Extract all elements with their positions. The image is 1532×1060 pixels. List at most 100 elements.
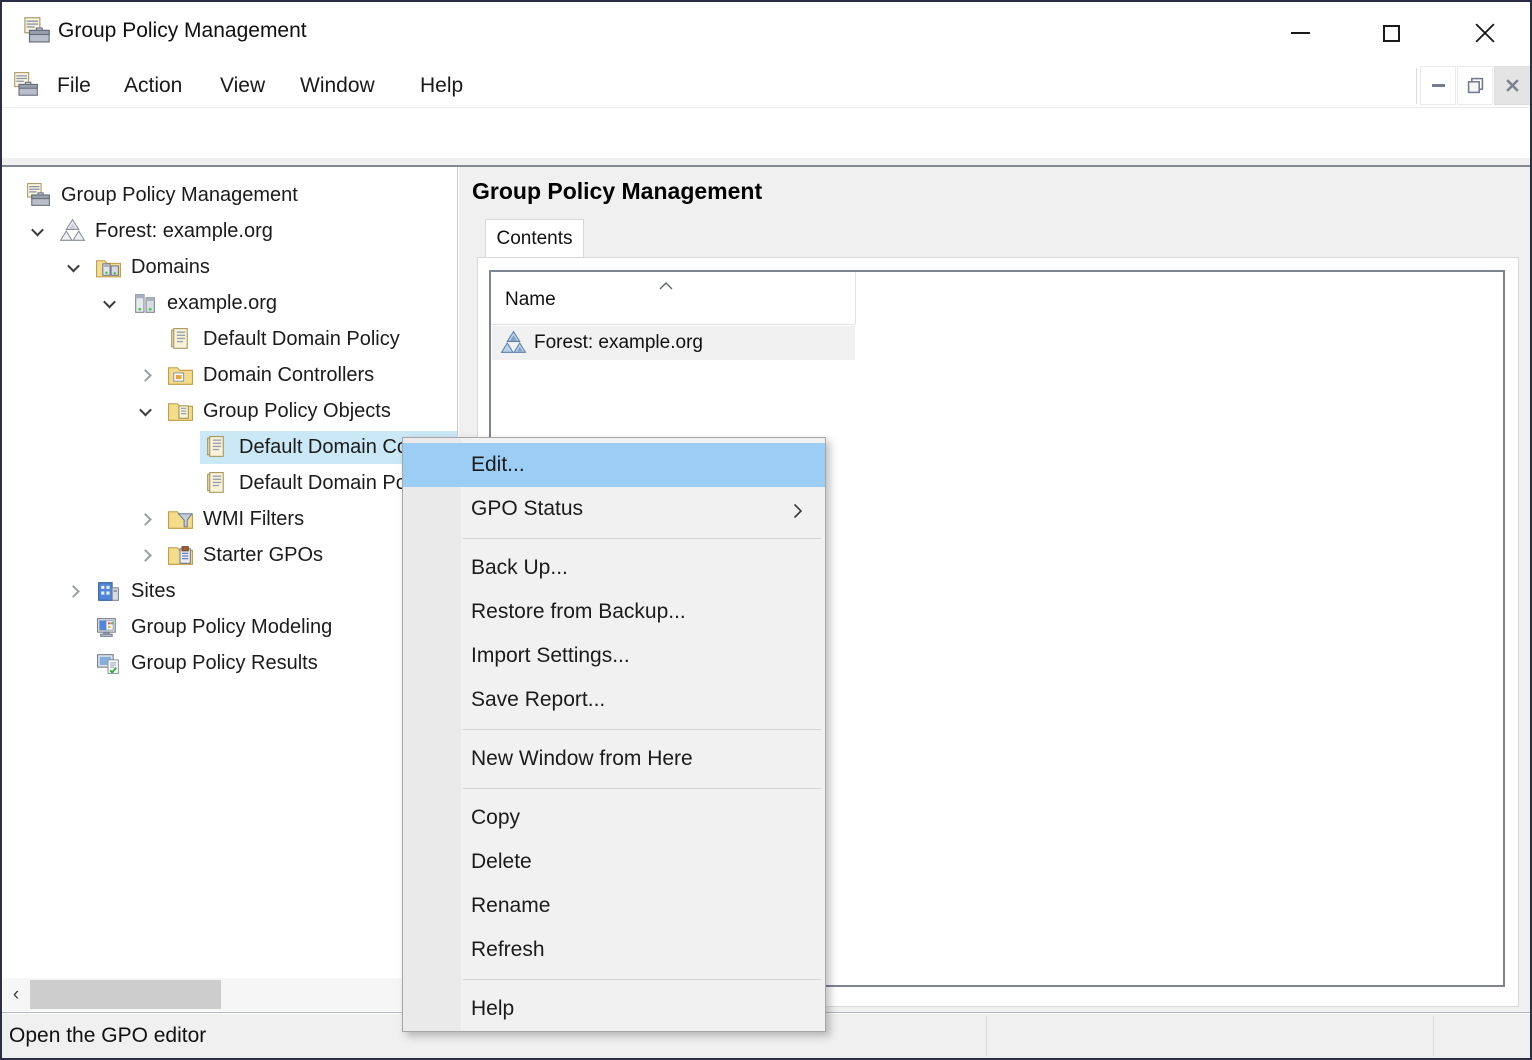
tree-item-label: Forest: example.org — [95, 220, 273, 243]
gpo-context-menu: Edit... GPO Status Back Up... Restore fr… — [402, 437, 826, 1032]
console-tree: Group Policy Management Forest: example.… — [2, 177, 458, 681]
mdi-restore-icon — [1467, 77, 1484, 94]
context-menu-separator — [403, 531, 825, 546]
domain-controllers-folder-icon — [167, 362, 194, 389]
domain-icon — [131, 290, 158, 317]
status-text: Open the GPO editor — [9, 1024, 206, 1048]
forest-icon — [59, 218, 86, 245]
status-bar-divider — [1433, 1016, 1434, 1056]
tree-item-default-domain-policy-link[interactable]: Default Domain Policy — [2, 321, 458, 357]
maximize-button[interactable] — [1370, 12, 1412, 54]
context-menu-help[interactable]: Help — [403, 987, 825, 1031]
context-menu-edit[interactable]: Edit... — [403, 443, 825, 487]
tree-item-sites[interactable]: Sites — [2, 573, 458, 609]
mdi-minimize-icon — [1432, 84, 1445, 87]
context-menu-refresh[interactable]: Refresh — [403, 928, 825, 972]
title-bar: Group Policy Management — [2, 2, 1530, 62]
context-menu-gpo-status[interactable]: GPO Status — [403, 487, 825, 531]
scroll-left-arrow-icon[interactable]: ‹ — [3, 978, 29, 1011]
menu-bar: File Action View Window Help — [2, 64, 1530, 108]
chevron-down-icon[interactable] — [94, 299, 124, 308]
mdi-close-icon — [1505, 78, 1520, 93]
menu-help[interactable]: Help — [414, 64, 469, 108]
gpmc-window: Group Policy Management File Action View… — [0, 0, 1532, 1060]
chevron-right-icon[interactable] — [130, 515, 160, 524]
context-menu-copy[interactable]: Copy — [403, 796, 825, 840]
chevron-right-icon[interactable] — [58, 587, 88, 596]
gpm-app-icon — [25, 182, 52, 209]
chevron-down-icon[interactable] — [22, 227, 52, 236]
tree-item-label: Sites — [131, 580, 175, 603]
tree-item-label: Group Policy Modeling — [131, 616, 332, 639]
gpo-folder-icon — [167, 398, 194, 425]
sort-ascending-icon — [659, 277, 673, 295]
window-title: Group Policy Management — [58, 19, 307, 43]
mdi-close-button[interactable] — [1494, 66, 1531, 105]
close-button[interactable] — [1464, 12, 1506, 54]
context-menu-rename[interactable]: Rename — [403, 884, 825, 928]
context-menu-restore-from-backup[interactable]: Restore from Backup... — [403, 590, 825, 634]
console-tree-pane: Group Policy Management Forest: example.… — [2, 167, 458, 1013]
tree-item-group-policy-modeling[interactable]: Group Policy Modeling — [2, 609, 458, 645]
tree-item-domain-example-org[interactable]: example.org — [2, 285, 458, 321]
table-cell-name: Forest: example.org — [534, 332, 703, 354]
forest-icon — [500, 330, 527, 357]
tree-item-group-policy-results[interactable]: Group Policy Results — [2, 645, 458, 681]
group-policy-results-icon — [95, 650, 122, 677]
minimize-button[interactable] — [1279, 12, 1321, 54]
tree-item-domains[interactable]: Domains — [2, 249, 458, 285]
tree-item-starter-gpos[interactable]: Starter GPOs — [2, 537, 458, 573]
chevron-right-icon[interactable] — [130, 371, 160, 380]
menu-action[interactable]: Action — [118, 64, 188, 108]
tree-item-label: Group Policy Objects — [203, 400, 391, 423]
tree-item-domain-controllers[interactable]: Domain Controllers — [2, 357, 458, 393]
sites-icon — [95, 578, 122, 605]
horizontal-scrollbar[interactable]: ‹ — [3, 978, 457, 1011]
tree-item-default-domain-policy-gpo[interactable]: Default Domain Policy — [2, 465, 458, 501]
context-menu-separator — [403, 972, 825, 987]
tree-item-label: Domains — [131, 256, 210, 279]
results-pane-title: Group Policy Management — [472, 178, 762, 205]
scrollbar-thumb[interactable] — [30, 980, 221, 1009]
tree-item-group-policy-objects[interactable]: Group Policy Objects — [2, 393, 458, 429]
tab-contents[interactable]: Contents — [485, 219, 584, 258]
tree-item-forest[interactable]: Forest: example.org — [2, 213, 458, 249]
toolbar: ? — [2, 108, 1530, 158]
column-header-name[interactable]: Name — [491, 272, 855, 324]
domains-icon — [95, 254, 122, 281]
context-menu-back-up[interactable]: Back Up... — [403, 546, 825, 590]
tree-item-default-domain-controllers-policy[interactable]: Default Domain Controllers Policy — [2, 429, 458, 465]
wmi-filters-folder-icon — [167, 506, 194, 533]
menu-window[interactable]: Window — [294, 64, 381, 108]
tree-item-label: Domain Controllers — [203, 364, 374, 387]
context-menu-new-window-from-here[interactable]: New Window from Here — [403, 737, 825, 781]
tree-item-wmi-filters[interactable]: WMI Filters — [2, 501, 458, 537]
chevron-down-icon[interactable] — [130, 407, 160, 416]
gpmc-app-icon — [22, 16, 52, 51]
status-bar-divider — [986, 1016, 987, 1056]
mdi-minimize-button[interactable] — [1420, 66, 1456, 105]
tree-item-label: Group Policy Results — [131, 652, 318, 675]
mdi-restore-button[interactable] — [1457, 66, 1493, 105]
context-menu-delete[interactable]: Delete — [403, 840, 825, 884]
toolbar-lower-strip — [2, 158, 1530, 165]
chevron-down-icon[interactable] — [58, 263, 88, 272]
chevron-right-icon[interactable] — [130, 551, 160, 560]
minimize-icon — [1291, 32, 1310, 34]
close-icon — [1475, 23, 1495, 43]
tree-item-label: example.org — [167, 292, 277, 315]
gpo-scroll-icon — [167, 326, 194, 353]
gpmc-app-icon-small — [12, 70, 40, 105]
context-menu-import-settings[interactable]: Import Settings... — [403, 634, 825, 678]
context-menu-separator — [403, 781, 825, 796]
column-divider[interactable] — [855, 272, 856, 324]
gpo-scroll-icon — [203, 470, 230, 497]
tree-item-group-policy-management[interactable]: Group Policy Management — [2, 177, 458, 213]
starter-gpos-folder-icon — [167, 542, 194, 569]
gpo-scroll-icon — [203, 434, 230, 461]
table-row-forest[interactable]: Forest: example.org — [492, 326, 855, 360]
context-menu-save-report[interactable]: Save Report... — [403, 678, 825, 722]
menu-file[interactable]: File — [51, 64, 97, 108]
header-underline — [491, 324, 855, 325]
menu-view[interactable]: View — [214, 64, 271, 108]
